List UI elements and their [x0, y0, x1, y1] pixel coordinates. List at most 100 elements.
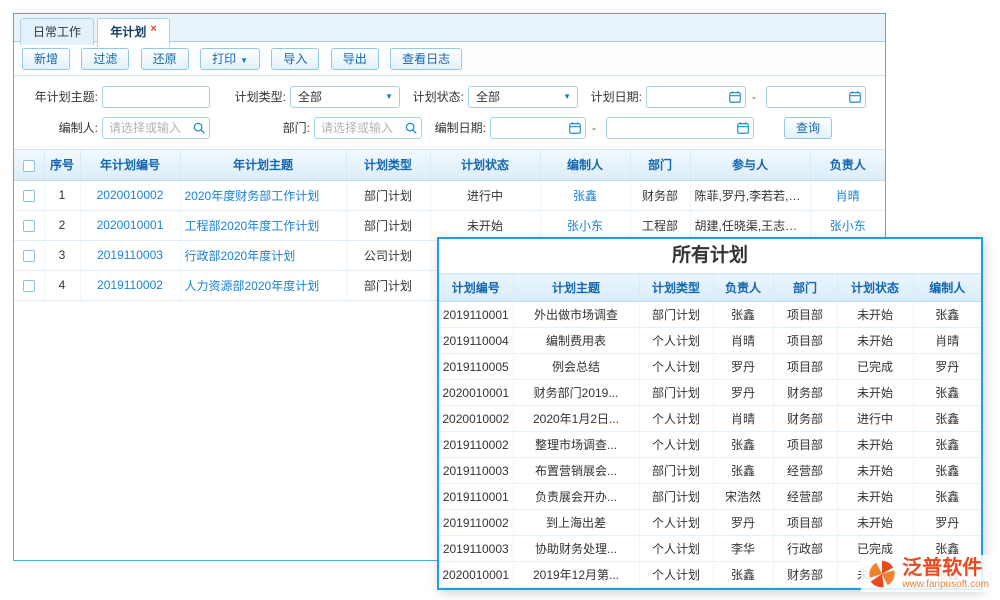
header-plan-status: 计划状态 — [430, 150, 540, 180]
cell-plan-status: 未开始 — [837, 484, 913, 510]
filter-button[interactable]: 过滤 — [81, 48, 129, 70]
row-checkbox-cell[interactable] — [14, 240, 44, 270]
table-row[interactable]: 20200100022020年1月2日...个人计划肖晴财务部进行中张鑫 — [439, 406, 981, 432]
header-plan-topic: 年计划主题 — [180, 150, 346, 180]
compile-date-to-input[interactable] — [606, 117, 754, 139]
compiler-field — [102, 117, 210, 139]
cell-plan-id: 2020010002 — [439, 406, 513, 432]
chevron-down-icon: ▼ — [385, 87, 393, 107]
cell-dept: 项目部 — [773, 432, 837, 458]
watermark-brand: 泛普软件 — [902, 557, 989, 579]
row-checkbox-cell[interactable] — [14, 180, 44, 210]
print-button[interactable]: 打印▼ — [200, 48, 260, 70]
table-row[interactable]: 2019110001负责展会开办...部门计划宋浩然经营部未开始张鑫 — [439, 484, 981, 510]
cell-plan-status: 未开始 — [837, 458, 913, 484]
cell-seq: 4 — [44, 270, 80, 300]
add-button[interactable]: 新增 — [22, 48, 70, 70]
cell-plan-code[interactable]: 2020010001 — [80, 210, 180, 240]
table-row[interactable]: 22020010001工程部2020年度工作计划部门计划未开始张小东工程部胡建,… — [14, 210, 885, 240]
search-icon[interactable] — [404, 121, 418, 135]
tab-daily-work-label: 日常工作 — [33, 25, 81, 39]
cell-plan-topic: 编制费用表 — [513, 328, 639, 354]
cell-dept: 财务部 — [630, 180, 690, 210]
table-row[interactable]: 2019110002到上海出差个人计划罗丹项目部未开始罗丹 — [439, 510, 981, 536]
cell-compiler: 张鑫 — [913, 406, 981, 432]
cell-plan-code[interactable]: 2019110003 — [80, 240, 180, 270]
cell-plan-topic[interactable]: 2020年度财务部工作计划 — [180, 180, 346, 210]
row-checkbox[interactable] — [23, 280, 35, 292]
header-compiler: 编制人 — [540, 150, 630, 180]
cell-owner: 李华 — [713, 536, 773, 562]
cell-owner: 宋浩然 — [713, 484, 773, 510]
cell-seq: 1 — [44, 180, 80, 210]
cell-compiler[interactable]: 张鑫 — [540, 180, 630, 210]
dialog-title: 所有计划 — [439, 239, 981, 273]
plan-date-from-field — [646, 86, 746, 108]
cell-plan-topic: 2019年12月第... — [513, 562, 639, 588]
row-checkbox[interactable] — [23, 190, 35, 202]
tab-annual-plan[interactable]: 年计划× — [97, 18, 169, 47]
calendar-icon[interactable] — [848, 90, 862, 104]
restore-button[interactable]: 还原 — [141, 48, 189, 70]
table-row[interactable]: 2019110005例会总结个人计划罗丹项目部已完成罗丹 — [439, 354, 981, 380]
cell-plan-type: 个人计划 — [639, 536, 713, 562]
plan-status-select[interactable]: 全部 ▼ — [468, 86, 578, 108]
cell-plan-type: 个人计划 — [639, 354, 713, 380]
cell-plan-id: 2020010001 — [439, 380, 513, 406]
cell-plan-status: 未开始 — [837, 328, 913, 354]
select-all-checkbox[interactable] — [23, 160, 35, 172]
row-checkbox[interactable] — [23, 250, 35, 262]
cell-plan-code[interactable]: 2020010002 — [80, 180, 180, 210]
cell-plan-code[interactable]: 2019110002 — [80, 270, 180, 300]
cell-dept: 财务部 — [773, 380, 837, 406]
plan-type-select[interactable]: 全部 ▼ — [290, 86, 400, 108]
table-row[interactable]: 2019110002整理市场调查...个人计划张鑫项目部未开始张鑫 — [439, 432, 981, 458]
table-row[interactable]: 2019110001外出做市场调查部门计划张鑫项目部未开始张鑫 — [439, 302, 981, 328]
cell-plan-status: 进行中 — [430, 180, 540, 210]
cell-owner: 张鑫 — [713, 458, 773, 484]
header-plan-code: 年计划编号 — [80, 150, 180, 180]
calendar-icon[interactable] — [736, 121, 750, 135]
calendar-icon[interactable] — [728, 90, 742, 104]
cell-owner[interactable]: 张小东 — [810, 210, 885, 240]
cell-compiler: 张鑫 — [913, 302, 981, 328]
calendar-icon[interactable] — [568, 121, 582, 135]
cell-plan-type: 个人计划 — [639, 432, 713, 458]
row-checkbox-cell[interactable] — [14, 270, 44, 300]
table-row[interactable]: 2019110003布置营销展会...部门计划张鑫经营部未开始张鑫 — [439, 458, 981, 484]
topic-label: 年计划主题: — [14, 88, 98, 105]
cell-plan-status: 未开始 — [837, 432, 913, 458]
cell-plan-type: 部门计划 — [639, 380, 713, 406]
table-row[interactable]: 2020010001财务部门2019...部门计划罗丹财务部未开始张鑫 — [439, 380, 981, 406]
export-button[interactable]: 导出 — [331, 48, 379, 70]
cell-plan-topic[interactable]: 行政部2020年度计划 — [180, 240, 346, 270]
cell-plan-topic: 2020年1月2日... — [513, 406, 639, 432]
row-checkbox-cell[interactable] — [14, 210, 44, 240]
cell-plan-type: 部门计划 — [639, 484, 713, 510]
cell-plan-status: 未开始 — [837, 510, 913, 536]
cell-compiler[interactable]: 张小东 — [540, 210, 630, 240]
compile-date-range-separator: - — [592, 121, 596, 135]
query-button[interactable]: 查询 — [784, 117, 832, 139]
cell-owner: 罗丹 — [713, 354, 773, 380]
view-log-button[interactable]: 查看日志 — [390, 48, 462, 70]
table-row[interactable]: 2019110004编制费用表个人计划肖晴项目部未开始肖晴 — [439, 328, 981, 354]
cell-plan-topic[interactable]: 人力资源部2020年度计划 — [180, 270, 346, 300]
all-plans-table: 计划编号 计划主题 计划类型 负责人 部门 计划状态 编制人 201911000… — [439, 273, 981, 588]
topic-input[interactable] — [102, 86, 210, 108]
cell-dept: 行政部 — [773, 536, 837, 562]
table-row[interactable]: 120200100022020年度财务部工作计划部门计划进行中张鑫财务部陈菲,罗… — [14, 180, 885, 210]
cell-plan-topic: 例会总结 — [513, 354, 639, 380]
row-checkbox[interactable] — [23, 220, 35, 232]
close-tab-icon[interactable]: × — [150, 23, 156, 35]
import-button[interactable]: 导入 — [271, 48, 319, 70]
cell-plan-status: 未开始 — [837, 380, 913, 406]
tab-daily-work[interactable]: 日常工作 — [20, 18, 94, 45]
cell-plan-topic[interactable]: 工程部2020年度工作计划 — [180, 210, 346, 240]
select-all-cell — [14, 150, 44, 180]
header-plan-type: 计划类型 — [639, 274, 713, 302]
cell-participants: 陈菲,罗丹,李若若,罗... — [690, 180, 810, 210]
cell-owner[interactable]: 肖晴 — [810, 180, 885, 210]
cell-plan-type: 个人计划 — [639, 328, 713, 354]
search-icon[interactable] — [192, 121, 206, 135]
